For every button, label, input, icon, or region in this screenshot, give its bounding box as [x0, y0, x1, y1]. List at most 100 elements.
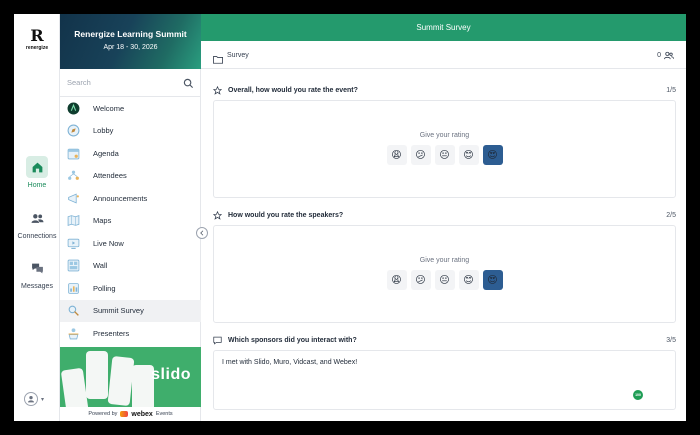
webex-icon — [120, 411, 129, 417]
rating-option-3[interactable]: 😐 — [434, 270, 455, 290]
event-banner: Renergize Learning Summit Apr 18 - 30, 2… — [60, 14, 201, 69]
people-icon — [664, 51, 674, 60]
home-icon — [26, 156, 48, 178]
user-menu[interactable]: ▾ — [24, 392, 44, 406]
star-icon — [213, 210, 222, 220]
rating-option-5[interactable]: 😍 — [482, 145, 503, 165]
nav-label: Attendees — [93, 171, 127, 181]
nav-label: Polling — [93, 283, 116, 293]
nav-label: Welcome — [93, 103, 125, 113]
comment-icon — [213, 336, 222, 345]
slido-logo: slido — [151, 366, 191, 383]
event-title: Renergize Learning Summit — [74, 29, 187, 39]
slido-ad-banner[interactable]: slido — [60, 347, 201, 407]
rating-card: Give your rating 😩 😕 😐 😊 😍 — [213, 225, 676, 323]
event-dates: Apr 18 - 30, 2026 — [103, 44, 158, 51]
survey-subheader: Survey 0 — [201, 41, 686, 69]
app-window: R renergize Home Connections Messages ▾ … — [14, 14, 686, 421]
brand-logo[interactable]: R renergize — [23, 26, 51, 52]
nav-item-lobby[interactable]: Lobby — [60, 120, 201, 143]
logo-mark: R — [30, 26, 44, 45]
nav-item-announcements[interactable]: Announcements — [60, 187, 201, 210]
webex-brand: webex — [131, 410, 153, 418]
survey-question-2: How would you rate the speakers? 2/5 Giv… — [213, 208, 676, 323]
rating-option-4[interactable]: 😊 — [458, 145, 479, 165]
question-header: Which sponsors did you interact with? 3/… — [213, 333, 676, 347]
survey-question-3: Which sponsors did you interact with? 3/… — [213, 333, 676, 410]
question-header: Overall, how would you rate the event? 1… — [213, 83, 676, 97]
nav-label: Announcements — [93, 193, 148, 203]
nav-item-welcome[interactable]: Welcome — [60, 97, 201, 120]
folder-icon — [213, 51, 223, 69]
megaphone-icon — [67, 192, 80, 205]
search-bar[interactable]: Search — [60, 69, 201, 97]
question-header: How would you rate the speakers? 2/5 — [213, 208, 676, 222]
rail-label-home: Home — [27, 182, 47, 189]
rating-option-2[interactable]: 😕 — [410, 270, 431, 290]
chat-icon — [26, 257, 48, 279]
phone-image — [107, 355, 135, 407]
answer-textarea[interactable]: I met with Slido, Muro, Vidcast, and Web… — [213, 350, 676, 410]
chevron-left-icon — [200, 230, 204, 236]
rating-prompt: Give your rating — [419, 132, 470, 139]
nav-item-wall[interactable]: Wall — [60, 255, 201, 278]
emoji-rating: 😩 😕 😐 😊 😍 — [214, 270, 675, 290]
left-rail: R renergize Home Connections Messages ▾ — [14, 14, 60, 421]
search-icon[interactable] — [183, 76, 194, 94]
avatar — [24, 392, 38, 406]
rating-option-4[interactable]: 😊 — [458, 270, 479, 290]
nav-item-maps[interactable]: Maps — [60, 210, 201, 233]
rating-option-1[interactable]: 😩 — [386, 270, 407, 290]
question-text: How would you rate the speakers? — [228, 211, 344, 219]
nav-label: Summit Survey — [93, 306, 144, 316]
compass-icon — [67, 124, 80, 137]
event-nav: Renergize Learning Summit Apr 18 - 30, 2… — [60, 14, 201, 421]
rating-prompt: Give your rating — [419, 257, 470, 264]
search-input[interactable]: Search — [67, 78, 91, 87]
star-icon — [213, 85, 222, 95]
powered-by: Powered by webex Events — [60, 407, 201, 421]
nav-label: Lobby — [93, 126, 114, 136]
rating-option-5[interactable]: 😍 — [482, 270, 503, 290]
rating-option-3[interactable]: 😐 — [434, 145, 455, 165]
character-count-badge: 100 — [633, 390, 643, 400]
rating-option-1[interactable]: 😩 — [386, 145, 407, 165]
question-counter: 2/5 — [666, 211, 676, 219]
page-title: Summit Survey — [201, 14, 686, 41]
rating-card: Give your rating 😩 😕 😐 😊 😍 — [213, 100, 676, 198]
nav-label: Maps — [93, 216, 112, 226]
calendar-icon — [67, 147, 80, 160]
rating-option-2[interactable]: 😕 — [410, 145, 431, 165]
powered-prefix: Powered by — [88, 411, 118, 417]
nav-item-presenters[interactable]: Presenters — [60, 322, 201, 345]
collapse-nav-button[interactable] — [196, 227, 208, 239]
nav-item-attendees[interactable]: Attendees — [60, 165, 201, 188]
presenters-icon — [67, 327, 80, 340]
phone-image — [86, 351, 108, 399]
rail-label-messages: Messages — [21, 283, 53, 290]
attendees-icon — [67, 169, 80, 182]
wall-icon — [67, 259, 80, 272]
nav-label: Presenters — [93, 328, 130, 338]
rail-item-home[interactable]: Home — [14, 156, 60, 189]
nav-item-polling[interactable]: Polling — [60, 277, 201, 300]
emoji-rating: 😩 😕 😐 😊 😍 — [214, 145, 675, 165]
question-counter: 1/5 — [666, 86, 676, 94]
nav-item-agenda[interactable]: Agenda — [60, 142, 201, 165]
question-text: Overall, how would you rate the event? — [228, 86, 358, 94]
nav-item-live-now[interactable]: Live Now — [60, 232, 201, 255]
survey-question-1: Overall, how would you rate the event? 1… — [213, 83, 676, 198]
rail-label-connections: Connections — [17, 233, 57, 240]
search-icon — [67, 304, 80, 317]
polling-icon — [67, 282, 80, 295]
question-counter: 3/5 — [666, 336, 676, 344]
question-text: Which sponsors did you interact with? — [228, 336, 357, 344]
nav-label: Live Now — [93, 238, 124, 248]
rail-item-messages[interactable]: Messages — [14, 257, 60, 290]
nav-item-summit-survey[interactable]: Summit Survey — [60, 299, 201, 322]
live-icon — [67, 237, 80, 250]
participant-count: 0 — [657, 51, 674, 60]
powered-suffix: Events — [155, 411, 173, 417]
rail-item-connections[interactable]: Connections — [14, 207, 60, 240]
people-icon — [26, 207, 48, 229]
